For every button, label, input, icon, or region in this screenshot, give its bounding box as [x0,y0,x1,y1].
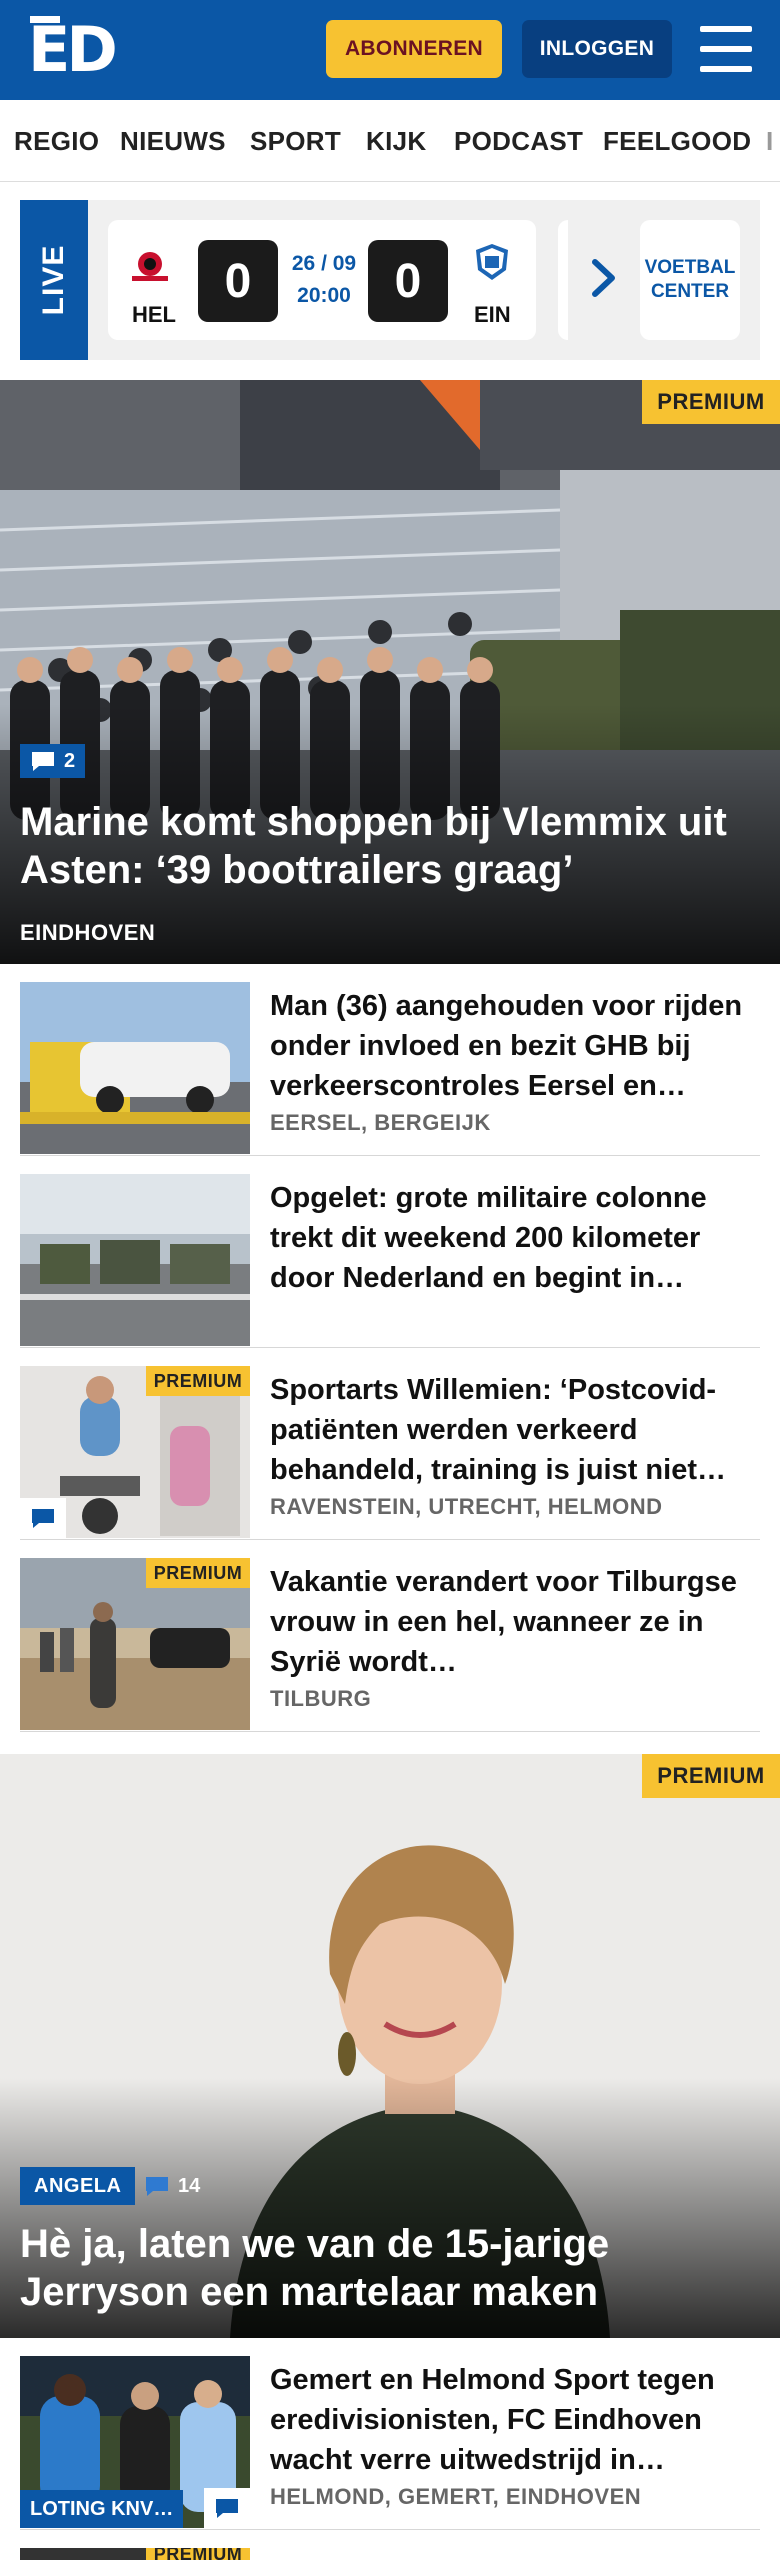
match-card[interactable]: HEL 0 26 / 09 20:00 0 EIN [108,220,536,340]
list-item[interactable]: LOTING KNV… Gemert en Helmond Sport tege… [20,2338,760,2530]
article-thumbnail: PREMIUM [20,2548,250,2560]
live-scores-widget: LIVE HEL 0 26 / 09 20:00 0 EIN VOETBAL CE… [20,200,760,360]
home-team-name: HEL [132,302,176,327]
article-location: EERSEL, BERGEIJK [270,1110,491,1135]
hamburger-menu-icon[interactable] [700,26,752,72]
article-thumbnail: PREMIUM [20,1558,250,1730]
match-datetime: 26 / 09 20:00 [291,252,357,307]
comment-badge[interactable] [20,1498,66,1538]
nav-item-sport[interactable]: SPORT [250,126,341,157]
article-thumbnail [20,982,250,1154]
fc-eindhoven-logo-icon [476,244,508,280]
category-tag[interactable]: LOTING KNV… [20,2490,184,2528]
away-team-name: EIN [474,302,511,327]
voetbal-center-link[interactable]: VOETBAL CENTER [640,220,740,340]
ed-logo[interactable]: ED [28,16,118,82]
hero-headline[interactable]: Marine komt shoppen bij Vlemmix uit Aste… [20,798,760,894]
premium-badge: PREMIUM [146,2548,250,2560]
list-item[interactable]: PREMIUM Sportarts Willemien: ‘Postcovid-… [20,1348,760,1540]
premium-badge: PREMIUM [642,1754,780,1798]
nav-item-podcast[interactable]: PODCAST [454,126,583,157]
home-score: 0 [198,240,278,322]
article-title[interactable]: Opgelet: grote militaire colonne trekt d… [270,1178,760,1298]
premium-badge: PREMIUM [146,1366,250,1396]
chevron-right-icon[interactable] [590,258,618,298]
premium-badge: PREMIUM [642,380,780,424]
comment-icon [32,1509,54,1528]
list-item[interactable]: PREMIUM Vakantie verandert voor Tilburgs… [20,1540,760,1732]
login-button[interactable]: INLOGGEN [522,20,672,78]
comment-badge[interactable] [204,2488,250,2528]
hero-article-marine[interactable]: PREMIUM 2 Marine komt shoppen bij Vlemmi… [0,380,780,964]
comment-icon [146,2177,168,2196]
away-score: 0 [368,240,448,322]
hero-location: EINDHOVEN [20,920,156,945]
section-nav: REGIO NIEUWS SPORT KIJK PODCAST FEELGOOD… [0,100,780,182]
article-thumbnail: LOTING KNV… [20,2356,250,2528]
hero-article-column[interactable]: PREMIUM ANGELA 14 Hè ja, laten we van de… [0,1754,780,2338]
subscribe-button[interactable]: ABONNEREN [326,20,502,78]
list-item[interactable]: Opgelet: grote militaire colonne trekt d… [20,1156,760,1348]
nav-item-nieuws[interactable]: NIEUWS [120,126,226,157]
nav-item-regio[interactable]: REGIO [14,126,99,157]
nav-item-feelgood[interactable]: FEELGOOD [603,126,751,157]
comment-icon [32,752,54,771]
hero-headline[interactable]: Hè ja, laten we van de 15-jarige Jerryso… [20,2220,760,2316]
nav-item-kijk[interactable]: KIJK [366,126,426,157]
article-title[interactable]: Sportarts Willemien: ‘Postcovid-patiënte… [270,1370,760,1490]
live-label: LIVE [20,200,88,360]
article-thumbnail: PREMIUM [20,1366,250,1538]
article-thumbnail [20,1174,250,1346]
article-title[interactable]: Vakantie verandert voor Tilburgse vrouw … [270,1562,760,1682]
list-item[interactable]: PREMIUM [20,2530,760,2560]
comment-count-badge[interactable]: 14 [134,2169,210,2203]
top-bar: ED ABONNEREN INLOGGEN [0,0,780,100]
list-item[interactable]: Man (36) aangehouden voor rijden onder i… [20,964,760,1156]
helmond-sport-logo-icon [132,252,168,281]
article-title[interactable]: Gemert en Helmond Sport tegen eredivisio… [270,2360,760,2480]
article-title[interactable]: Man (36) aangehouden voor rijden onder i… [270,986,760,1106]
author-tag[interactable]: ANGELA [20,2167,136,2205]
nav-item-overflow[interactable]: I [766,126,774,157]
article-location: HELMOND, GEMERT, EINDHOVEN [270,2484,642,2509]
premium-badge: PREMIUM [146,1558,250,1588]
comment-count-badge[interactable]: 2 [20,744,86,778]
next-match-card-peek[interactable] [558,220,568,340]
article-location: TILBURG [270,1686,372,1711]
article-location: RAVENSTEIN, UTRECHT, HELMOND [270,1494,663,1519]
comment-icon [216,2499,238,2518]
